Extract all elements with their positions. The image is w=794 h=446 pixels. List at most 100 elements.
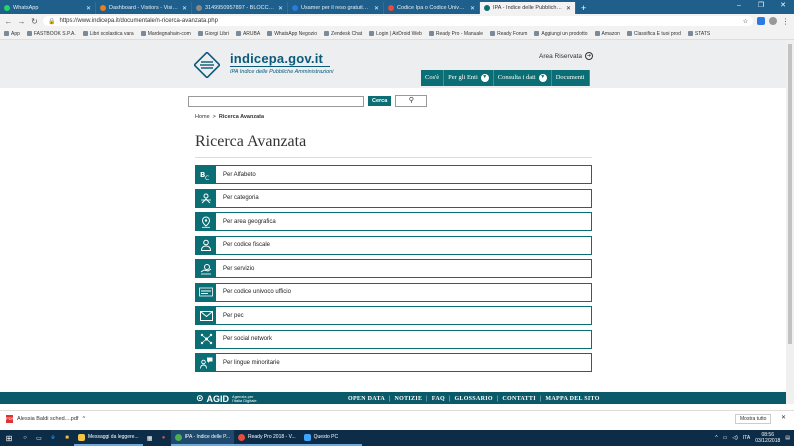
browser-tab[interactable]: Dashboard - Visitors - Visitor Ex✕ [96,2,192,14]
close-window-button[interactable]: ✕ [772,0,794,14]
extension-icon[interactable] [757,17,765,25]
browser-tab[interactable]: Usamer per il reso gratuito Pap ✕ [288,2,384,14]
url-field[interactable]: 🔒 https://www.indicepa.it/documentale/n-… [43,16,753,26]
footer-separator: | [388,396,391,402]
tray-up-icon[interactable]: ^ [715,435,717,441]
search-lens-button[interactable]: ⚲ [395,95,428,107]
chrome-icon [174,433,182,441]
bookmark-icon [490,31,496,36]
bookmark-item[interactable]: Amazon [594,31,620,37]
bookmark-item[interactable]: ARUBA [235,30,261,37]
search-option-categoria[interactable]: Per categoria [195,188,592,208]
tab-favicon-icon [196,5,202,11]
search-option-codice-fiscale[interactable]: Per codice fiscale [195,235,592,255]
breadcrumb-home[interactable]: Home [195,114,210,120]
nav-item-per-gli-enti[interactable]: Per gli Enti ▼ [444,70,494,86]
close-icon[interactable]: ✕ [566,5,571,12]
cerca-button[interactable]: Cerca [368,96,392,106]
bookmark-item[interactable]: Ready Pro - Manuale [428,31,483,37]
file-explorer-icon[interactable]: ■ [60,435,74,441]
menu-icon[interactable]: ⋮ [781,17,790,26]
search-option-area-geografica[interactable]: Per area geografica [195,212,592,231]
windows-start-icon[interactable]: ⊞ [0,434,18,443]
star-icon[interactable]: ☆ [743,18,748,25]
chevron-up-icon[interactable]: ^ [82,416,85,422]
footer-link-contatti[interactable]: CONTATTI [502,396,536,402]
scrollbar-thumb[interactable] [788,44,792,344]
bookmark-item[interactable]: Libri scolastica vara [82,31,134,37]
bookmark-item[interactable]: Ready Forum [490,31,527,37]
indicepa-logo-icon[interactable] [194,52,220,78]
area-riservata-link[interactable]: Area Riservata ➜ [539,52,593,60]
site-logo-title[interactable]: indicepa.gov.it [230,51,323,66]
agid-logo[interactable]: ⊙ AGID Agenzia per l'Italia Digitale [196,393,257,404]
close-icon[interactable]: ✕ [182,5,187,12]
bookmark-item[interactable]: Giorgi Libri [197,31,229,37]
download-item[interactable]: PDF Alessia Baldi sched....pdf ^ [6,414,85,423]
footer-link-notizie[interactable]: NOTIZIE [395,396,423,402]
network-icon[interactable]: ▭ [723,435,728,441]
forward-icon[interactable]: → [17,17,26,26]
bookmark-item[interactable]: Aggiungi un prodotto [534,31,588,37]
footer-link-mappa-del-sito[interactable]: MAPPA DEL SITO [545,396,599,402]
bookmark-item[interactable]: Zendesk Chat [324,31,362,37]
clock[interactable]: 08:56 03/12/2018 [755,432,780,444]
search-option-social-network[interactable]: Per social network [195,329,592,349]
nav-item-cos-e[interactable]: Cos'è [421,70,445,86]
browser-tab[interactable]: Codice Ipa o Codice Univoco - Tr✕ [384,2,480,14]
search-icon[interactable]: ○ [18,435,32,441]
nav-label: Cos'è [425,74,440,81]
app-icon[interactable]: ● [157,435,171,441]
bookmark-item[interactable]: STATS [687,31,710,37]
language-indicator[interactable]: ITA [743,435,750,441]
map-pin-icon [196,213,216,230]
close-icon[interactable]: ✕ [86,5,91,12]
footer-link-faq[interactable]: FAQ [432,396,445,402]
browser-tab[interactable]: WhatsApp ✕ [0,2,96,14]
search-input[interactable] [188,95,364,107]
notifications-icon[interactable]: ▤ [785,435,790,441]
profile-icon[interactable] [769,17,777,25]
bookmark-item[interactable]: Mardegnahain-com [140,31,191,37]
browser-tab-active[interactable]: IPA - Indice delle Pubbliche Amm✕ [480,2,576,14]
page-scrollbar[interactable] [786,40,794,404]
system-tray: ^ ▭ ◁) ITA 08:56 03/12/2018 ▤ [715,430,790,446]
edge-browser-icon[interactable]: e [46,435,60,441]
minimize-button[interactable]: – [728,0,750,14]
browser-tab[interactable]: 3149950957897 - BLOCCO SCHE✕ [192,2,288,14]
back-icon[interactable]: ← [4,17,13,26]
show-all-downloads-button[interactable]: Mostra tutto [735,414,772,424]
bookmark-label: ARUBA [242,30,261,37]
close-icon[interactable]: ✕ [781,414,786,421]
breadcrumb-current: Ricerca Avanzata [218,114,265,120]
volume-icon[interactable]: ◁) [732,435,738,441]
close-icon[interactable]: ✕ [470,5,475,12]
taskbar-app-active[interactable]: IPA - Indice delle P... [170,430,234,446]
reload-icon[interactable]: ↻ [30,17,39,26]
taskbar-app[interactable]: Ready Pro 2018 - V... [234,430,300,446]
footer-link-open-data[interactable]: OPEN DATA [348,396,385,402]
search-option-pec[interactable]: Per pec [195,306,592,325]
search-option-codice-univoco[interactable]: Per codice univoco ufficio [195,282,592,302]
task-view-icon[interactable]: ▭ [32,435,46,442]
download-filename: Alessia Baldi sched....pdf [17,415,79,422]
close-icon[interactable]: ✕ [278,5,283,12]
search-option-lingue-minoritarie[interactable]: Per lingue minoritarie [195,353,592,372]
footer-link-glossario[interactable]: GLOSSARIO [454,396,492,402]
search-option-servizio[interactable]: Per servizio [195,259,592,278]
bookmark-item[interactable]: App [4,31,20,37]
bookmark-item[interactable]: FASTBOOK S.P.A. [26,31,76,37]
bookmark-item[interactable]: WhatsApp Negozio [267,31,317,37]
bookmark-item[interactable]: Login | AirDroid Web [369,31,422,37]
taskbar-app[interactable]: Messaggi da leggere... [74,430,143,446]
calculator-icon[interactable]: ▦ [143,435,157,442]
nav-item-consulta-i-dati[interactable]: Consulta i dati ▼ [494,70,552,86]
taskbar-app[interactable]: Questo PC [299,430,362,446]
nav-item-documenti[interactable]: Documenti [552,70,590,86]
search-option-alfabeto[interactable]: BC Per Alfabeto [195,165,592,184]
page-title: Ricerca Avanzata [195,133,307,150]
bookmark-item[interactable]: Classifica E tuoi prod [626,31,681,37]
new-tab-button[interactable]: + [576,2,591,14]
maximize-button[interactable]: ❐ [750,0,772,14]
close-icon[interactable]: ✕ [374,5,379,12]
